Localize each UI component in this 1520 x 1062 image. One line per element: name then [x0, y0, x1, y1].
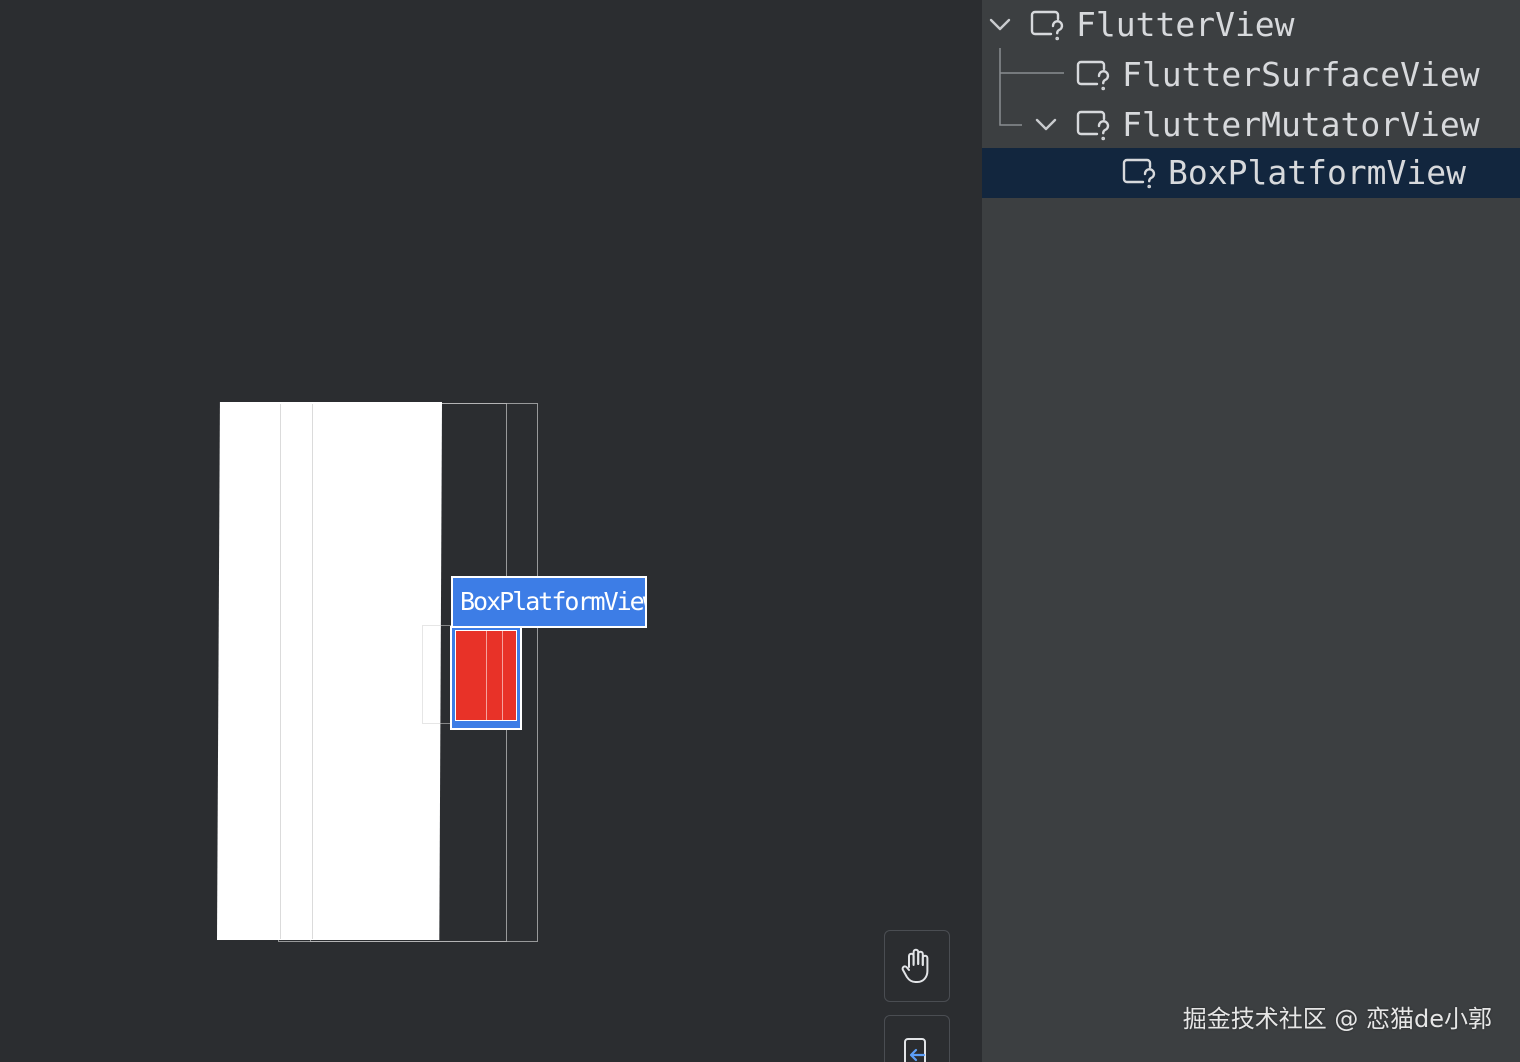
layer-3d-viewport[interactable]: BoxPlatformView: [0, 0, 982, 1062]
pan-mode-button[interactable]: [884, 930, 950, 1002]
view-tree-panel[interactable]: FlutterView FlutterSurfaceView FlutterMu…: [982, 0, 1520, 1062]
reset-view-icon: [904, 1038, 926, 1062]
surface-edge-line-1: [280, 404, 281, 939]
tree-node-label: BoxPlatformView: [1168, 153, 1467, 192]
view-icon: [1030, 10, 1064, 41]
layout-inspector: BoxPlatformView FlutterView FlutterSurfa…: [0, 0, 1520, 1062]
platform-view-edge-line-1: [486, 630, 487, 721]
tree-node-flutter-view[interactable]: FlutterView: [982, 0, 1520, 50]
view-icon: [1076, 110, 1110, 141]
tree-node-label: FlutterView: [1076, 5, 1295, 44]
watermark-text: 掘金技术社区 @ 恋猫de小郭: [1182, 1005, 1492, 1033]
tree-node-box-platform-view[interactable]: BoxPlatformView: [982, 148, 1520, 198]
surface-edge-line-2: [312, 404, 313, 939]
chevron-down-icon[interactable]: [1031, 110, 1061, 140]
tree-node-flutter-surface-view[interactable]: FlutterSurfaceView: [982, 50, 1520, 100]
platform-view-edge-line-2: [502, 630, 503, 721]
reset-view-button[interactable]: [884, 1015, 950, 1062]
selected-view-label: BoxPlatformView: [451, 576, 647, 628]
view-icon: [1076, 60, 1110, 91]
tree-node-flutter-mutator-view[interactable]: FlutterMutatorView: [982, 100, 1520, 150]
hand-icon: [901, 948, 929, 983]
tree-node-label: FlutterMutatorView: [1122, 105, 1480, 144]
tree-node-label: FlutterSurfaceView: [1122, 55, 1480, 94]
view-icon: [1122, 158, 1156, 189]
chevron-down-icon[interactable]: [985, 10, 1015, 40]
flutter-surface-layer[interactable]: [217, 402, 442, 940]
